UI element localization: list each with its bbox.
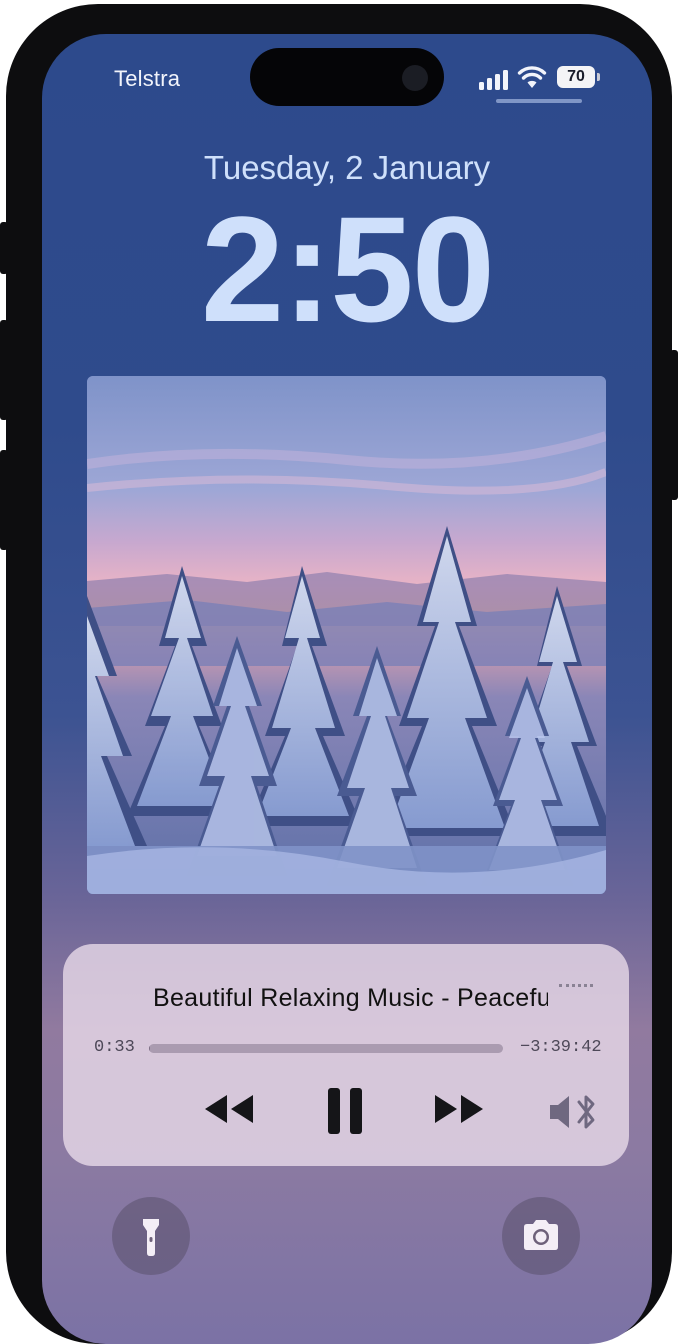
album-artwork[interactable]: [87, 376, 606, 894]
audio-output-button[interactable]: [547, 1090, 603, 1134]
battery-tip: [597, 73, 600, 81]
track-title: Beautiful Relaxing Music - Peaceful Soot…: [153, 984, 548, 1012]
lock-screen: Telstra 70 Tuesday, 2 January 2:50 Beaut…: [42, 34, 652, 1344]
rewind-button[interactable]: [203, 1092, 255, 1126]
wifi-icon: [517, 64, 547, 90]
pause-icon: [328, 1088, 362, 1134]
more-options-icon[interactable]: [559, 984, 593, 991]
camera-button[interactable]: [502, 1197, 580, 1275]
front-camera: [402, 65, 428, 91]
side-button[interactable]: [670, 350, 678, 500]
bluetooth-speaker-icon: [550, 1095, 595, 1129]
now-playing-widget[interactable]: Beautiful Relaxing Music - Peaceful Soot…: [63, 944, 629, 1166]
volume-down-button[interactable]: [0, 450, 8, 550]
flashlight-icon: [143, 1219, 159, 1256]
fast-forward-icon: [435, 1095, 483, 1123]
elapsed-time: 0:33: [94, 1038, 135, 1057]
battery-indicator: 70: [557, 66, 595, 88]
playback-scrubber[interactable]: [149, 1044, 503, 1053]
fast-forward-button[interactable]: [433, 1092, 485, 1126]
pause-button[interactable]: [325, 1086, 365, 1136]
volume-up-button[interactable]: [0, 320, 8, 420]
cellular-signal-icon: [479, 68, 509, 90]
playback-progress-fill: [149, 1044, 151, 1053]
phone-frame: Telstra 70 Tuesday, 2 January 2:50 Beaut…: [6, 4, 672, 1344]
rewind-icon: [205, 1095, 253, 1123]
carrier-name: Telstra: [114, 66, 181, 91]
camera-icon: [524, 1220, 558, 1250]
remaining-time: −3:39:42: [520, 1038, 602, 1057]
control-center-grabber[interactable]: [496, 99, 582, 103]
lock-time: 2:50: [200, 185, 495, 353]
flashlight-button[interactable]: [112, 1197, 190, 1275]
lock-date: Tuesday, 2 January: [203, 149, 491, 186]
action-button[interactable]: [0, 222, 8, 274]
dynamic-island: [250, 48, 444, 106]
status-icons: 70: [479, 64, 639, 94]
track-title-marquee: Beautiful Relaxing Music - Peaceful Soot…: [153, 984, 548, 1013]
